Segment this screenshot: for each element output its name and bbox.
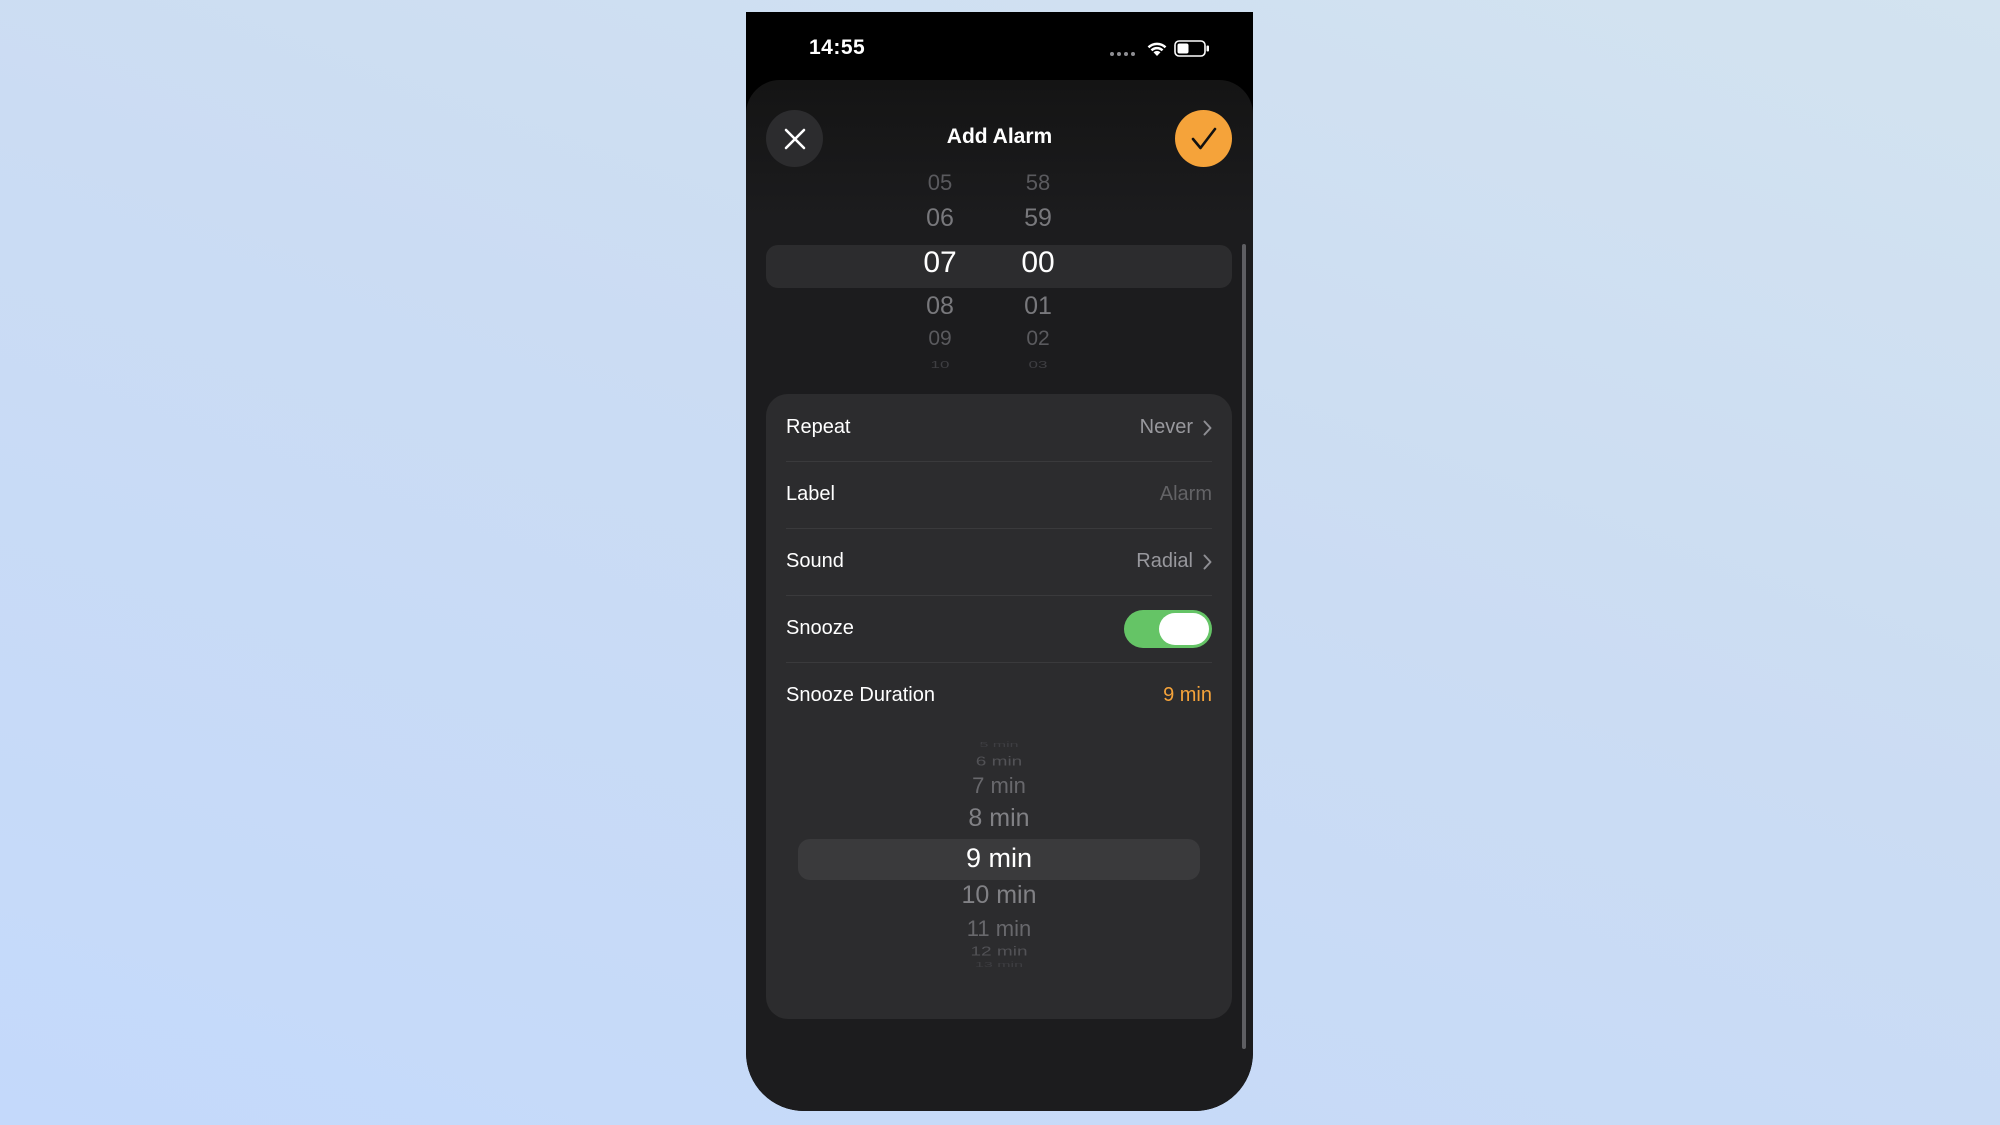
- snooze-option[interactable]: 5 min: [798, 741, 1200, 749]
- status-bar: 14:55: [746, 12, 1253, 72]
- hour-option[interactable]: 08: [900, 292, 980, 321]
- battery-icon: [1174, 40, 1209, 57]
- snooze-option[interactable]: 10 min: [798, 881, 1200, 910]
- minute-option[interactable]: 58: [998, 172, 1078, 196]
- snooze-option[interactable]: 11 min: [798, 916, 1200, 942]
- hour-option-selected[interactable]: 07: [900, 246, 980, 280]
- confirm-button[interactable]: [1175, 110, 1232, 167]
- snooze-option[interactable]: 6 min: [798, 754, 1200, 769]
- phone-screen: 14:55 Add Alarm 05 06 07 08 09 10 58 59 …: [746, 12, 1253, 1111]
- snooze-duration-value: 9 min: [1163, 684, 1212, 706]
- sound-row[interactable]: Sound Radial: [786, 528, 1212, 595]
- minute-option[interactable]: 03: [998, 359, 1078, 371]
- snooze-option[interactable]: 13 min: [798, 961, 1200, 969]
- snooze-duration-label: Snooze Duration: [786, 684, 935, 706]
- status-time: 14:55: [809, 36, 866, 59]
- label-field[interactable]: Alarm: [1160, 483, 1212, 506]
- time-picker[interactable]: 05 06 07 08 09 10 58 59 00 01 02 03: [746, 172, 1253, 382]
- snooze-duration-row[interactable]: Snooze Duration 9 min: [786, 662, 1212, 729]
- hour-option[interactable]: 05: [900, 172, 980, 196]
- repeat-value: Never: [1139, 416, 1193, 438]
- repeat-row[interactable]: Repeat Never: [786, 394, 1212, 461]
- checkmark-icon: [1191, 127, 1216, 149]
- chevron-right-icon: [1203, 554, 1212, 569]
- toggle-knob: [1159, 612, 1209, 645]
- snooze-label: Snooze: [786, 617, 854, 639]
- minute-option-selected[interactable]: 00: [998, 246, 1078, 280]
- label-label: Label: [786, 483, 835, 505]
- snooze-toggle[interactable]: [1124, 609, 1212, 648]
- chevron-right-icon: [1203, 420, 1212, 435]
- hour-option[interactable]: 06: [900, 204, 980, 233]
- snooze-option[interactable]: 12 min: [798, 944, 1200, 959]
- snooze-option[interactable]: 8 min: [798, 804, 1200, 833]
- snooze-duration-picker[interactable]: 5 min 6 min 7 min 8 min 9 min 10 min 11 …: [798, 740, 1200, 980]
- alarm-settings-card: Repeat Never Label Alarm Sound Radial Sn…: [766, 394, 1232, 1019]
- hour-option[interactable]: 09: [900, 327, 980, 351]
- sound-value: Radial: [1136, 550, 1193, 572]
- scroll-indicator[interactable]: [1242, 244, 1246, 1049]
- sound-label: Sound: [786, 550, 844, 572]
- snooze-row: Snooze: [786, 595, 1212, 662]
- minute-option[interactable]: 02: [998, 327, 1078, 351]
- cellular-signal-icon: [1110, 52, 1135, 56]
- snooze-option-selected[interactable]: 9 min: [798, 843, 1200, 874]
- wifi-icon: [1147, 42, 1167, 56]
- minute-option[interactable]: 59: [998, 204, 1078, 233]
- hour-option[interactable]: 10: [900, 359, 980, 371]
- label-row[interactable]: Label Alarm: [786, 461, 1212, 528]
- minute-option[interactable]: 01: [998, 292, 1078, 321]
- repeat-label: Repeat: [786, 416, 851, 438]
- snooze-option[interactable]: 7 min: [798, 773, 1200, 799]
